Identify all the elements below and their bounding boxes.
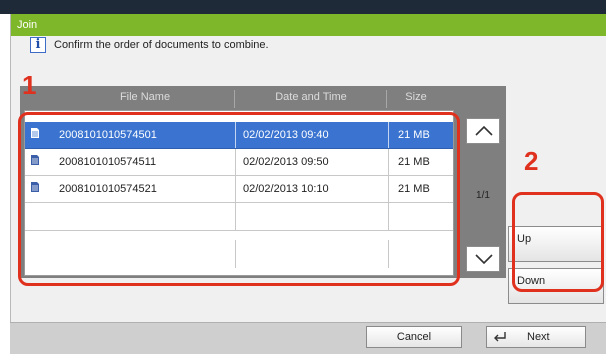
scroll-down-button[interactable] (466, 246, 500, 272)
header-divider (386, 90, 387, 108)
enter-icon (494, 332, 506, 342)
column-header-file-name[interactable]: File Name (70, 91, 220, 103)
cancel-button[interactable]: Cancel (366, 326, 462, 348)
callout-frame-order-buttons (512, 192, 604, 292)
cancel-label: Cancel (396, 331, 432, 343)
column-header-date-time[interactable]: Date and Time (236, 91, 386, 103)
instruction-text: Confirm the order of documents to combin… (54, 39, 269, 51)
callout-frame-document-list (18, 112, 460, 286)
table-header: File Name Date and Time Size (20, 86, 506, 110)
title-bar: Join (11, 14, 606, 36)
callout-number: 1 (22, 70, 37, 100)
scroll-up-button[interactable] (466, 118, 500, 144)
page-indicator: 1/1 (476, 190, 490, 201)
column-header-size[interactable]: Size (388, 91, 444, 103)
next-button[interactable]: Next (486, 326, 586, 348)
header-divider (234, 90, 235, 108)
chevron-up-icon (475, 125, 493, 136)
callout-number: 2 (524, 146, 539, 176)
window-title: Join (17, 19, 38, 31)
next-label: Next (527, 331, 550, 343)
chevron-down-icon (475, 254, 493, 265)
info-icon: i (30, 37, 46, 53)
top-status-bar (0, 0, 606, 14)
